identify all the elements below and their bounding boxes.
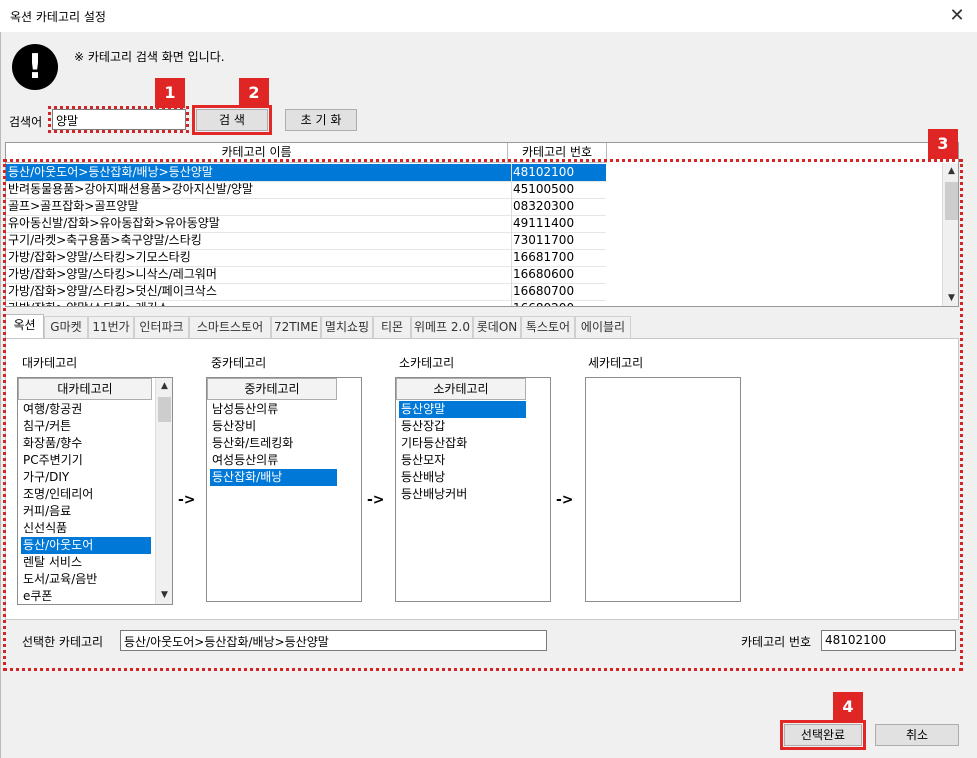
step-badge-3: 3 <box>928 129 958 159</box>
title-bar: 옥션 카테고리 설정 ✕ <box>0 0 977 32</box>
highlight-search-button <box>192 105 272 135</box>
highlight-confirm-button <box>780 720 866 750</box>
reset-button[interactable]: 초 기 화 <box>285 109 357 131</box>
highlight-search-input <box>48 106 189 133</box>
close-icon[interactable]: ✕ <box>940 2 974 30</box>
window-border <box>0 32 1 758</box>
window-title: 옥션 카테고리 설정 <box>10 10 106 24</box>
step-badge-1: 1 <box>155 78 185 108</box>
step-badge-4: 4 <box>833 692 863 722</box>
search-label: 검색어 <box>9 115 43 129</box>
highlight-category-area <box>3 159 963 671</box>
cancel-button[interactable]: 취소 <box>875 724 959 746</box>
warning-icon: ! <box>12 44 58 90</box>
info-message: ※ 카테고리 검색 화면 입니다. <box>74 50 225 64</box>
step-badge-2: 2 <box>239 78 269 108</box>
